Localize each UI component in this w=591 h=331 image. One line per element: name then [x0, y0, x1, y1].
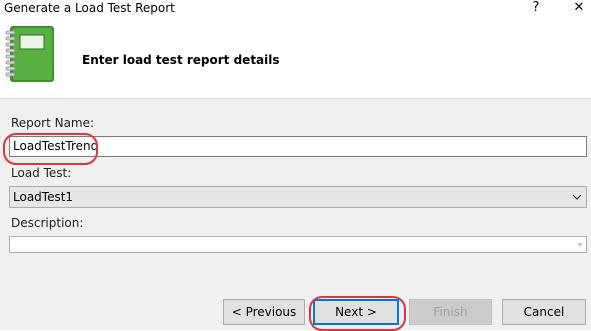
green-notebook-icon	[5, 26, 54, 82]
report-name-input[interactable]: LoadTestTrend	[9, 136, 587, 157]
close-icon[interactable]: ✕	[569, 0, 589, 15]
form-panel: Report Name: LoadTestTrend Load Test: Lo…	[0, 98, 591, 330]
wizard-header: Enter load test report details	[0, 18, 591, 98]
description-label: Description:	[11, 216, 84, 230]
load-test-label: Load Test:	[11, 166, 72, 180]
header-title: Enter load test report details	[82, 53, 280, 67]
description-input[interactable]	[9, 236, 587, 253]
cancel-button[interactable]: Cancel	[502, 299, 586, 325]
help-icon[interactable]: ?	[528, 0, 544, 15]
chevron-down-icon	[572, 194, 582, 200]
load-test-dropdown[interactable]: LoadTest1	[9, 186, 587, 208]
previous-button[interactable]: < Previous	[223, 299, 305, 325]
window-title: Generate a Load Test Report	[4, 1, 175, 15]
finish-button[interactable]: Finish	[409, 299, 492, 325]
next-button[interactable]: Next >	[313, 299, 399, 325]
load-test-selected-value: LoadTest1	[13, 190, 74, 204]
report-name-label: Report Name:	[11, 116, 95, 130]
scroll-down-icon[interactable]	[576, 240, 584, 249]
title-bar: Generate a Load Test Report ? ✕	[0, 0, 591, 18]
